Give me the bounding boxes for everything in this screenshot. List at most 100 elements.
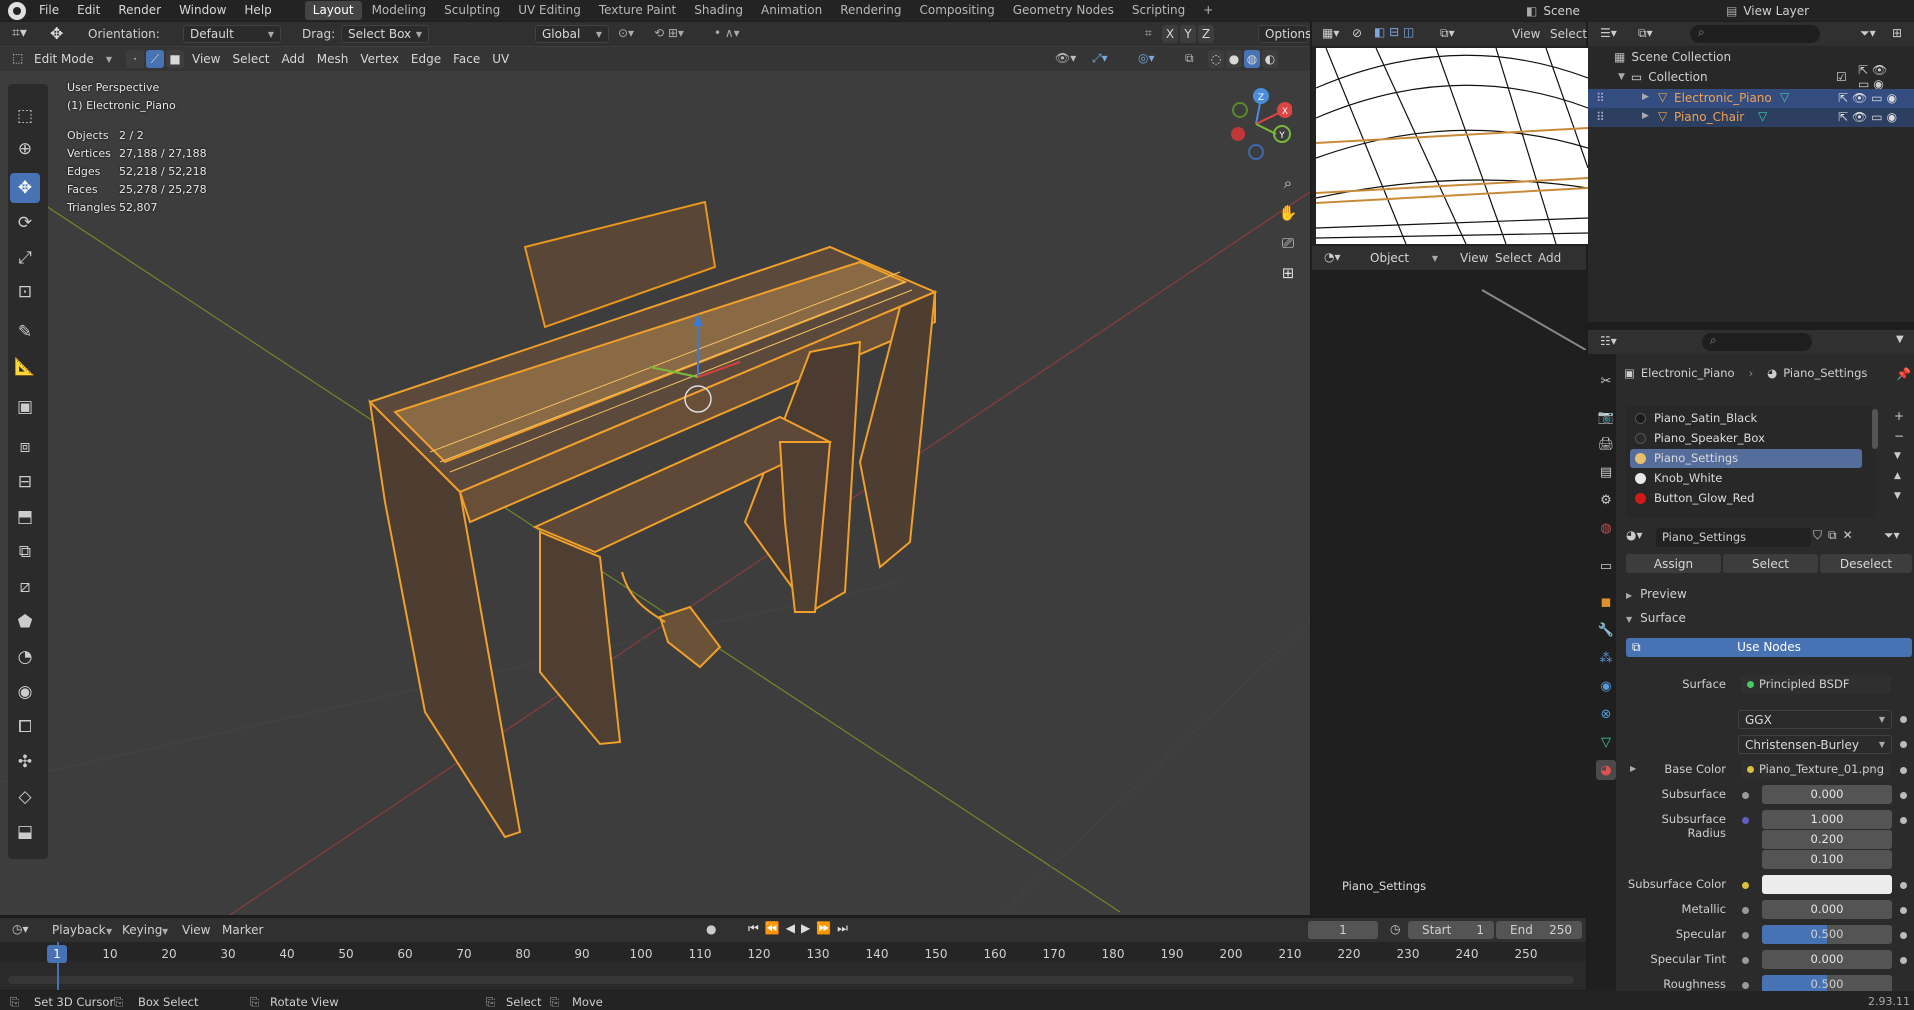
menu-face[interactable]: Face (447, 52, 486, 66)
new-collection-icon[interactable]: ⊞ (1892, 26, 1902, 40)
knife-tool-icon[interactable]: ⧄ (10, 572, 40, 602)
add-cube-tool-icon[interactable]: ▣ (10, 392, 40, 422)
rip-tool-icon[interactable]: ⬓ (10, 817, 40, 847)
edge-select-button[interactable]: ⟋ (146, 50, 164, 68)
orientation-dropdown[interactable]: Default ▼ (183, 25, 281, 43)
node-menu-view[interactable]: View (1460, 251, 1488, 265)
timeline-type-icon[interactable]: ◷▾ (12, 922, 29, 936)
view-layer-selector[interactable]: ▤ View Layer (1726, 0, 1809, 21)
render-tab-icon[interactable]: 📷 (1596, 407, 1616, 427)
wireframe-shading-icon[interactable]: ◌ (1208, 50, 1224, 68)
timeline-menu-view[interactable]: View (182, 923, 210, 937)
collection-row-icons[interactable]: ⇱👁▭◉ (1858, 63, 1914, 91)
axis-x-toggle[interactable]: X (1162, 25, 1178, 43)
world-tab-icon[interactable]: ◍ (1596, 518, 1616, 538)
menu-uv[interactable]: UV (486, 52, 515, 66)
properties-search-input[interactable]: ⌕ (1702, 333, 1812, 351)
start-frame-field[interactable]: Start 1 (1408, 921, 1494, 939)
object-tab-icon[interactable]: ◼ (1596, 592, 1616, 612)
tab-uv-editing[interactable]: UV Editing (510, 1, 589, 20)
subsurface-radius-y[interactable]: 0.200 (1762, 830, 1892, 849)
image-editor-menu-select[interactable]: Select (1550, 27, 1587, 41)
tab-compositing[interactable]: Compositing (911, 1, 1002, 20)
zoom-icon[interactable]: ⌕ (1278, 168, 1298, 198)
scale-tool-icon[interactable]: ⤢ (10, 243, 40, 273)
specular-tint-field[interactable]: 0.000 (1762, 950, 1892, 969)
tab-texture-paint[interactable]: Texture Paint (591, 1, 684, 20)
rotate-tool-icon[interactable]: ⟳ (10, 208, 40, 238)
annotate-tool-icon[interactable]: ✎ (10, 317, 40, 347)
bevel-tool-icon[interactable]: ⬒ (10, 502, 40, 532)
outliner-search-input[interactable]: ⌕ (1690, 25, 1820, 43)
material-slot-active[interactable]: Piano_Settings (1630, 449, 1862, 468)
move-tool-icon[interactable]: ✥ (10, 173, 40, 203)
loop-cut-tool-icon[interactable]: ⧉ (10, 537, 40, 567)
add-workspace-button[interactable]: + (1195, 1, 1221, 20)
menu-add[interactable]: Add (276, 52, 311, 66)
material-tab-icon[interactable]: ◕ (1596, 760, 1616, 780)
subsurface-method-dropdown[interactable]: Christensen-Burley ▼ (1738, 735, 1892, 754)
spin-tool-icon[interactable]: ◔ (10, 642, 40, 672)
assign-button[interactable]: Assign (1626, 554, 1721, 573)
menu-mesh[interactable]: Mesh (311, 52, 355, 66)
move-up-icon[interactable]: ▲ (1894, 466, 1904, 486)
rendered-shading-icon[interactable]: ◐ (1262, 50, 1278, 68)
display-mode-icon[interactable]: ⧉▾ (1638, 26, 1653, 41)
slot-specials-icon[interactable]: ▼ (1894, 446, 1904, 466)
specular-slider[interactable]: 0.500 (1762, 925, 1892, 944)
subsurface-color-swatch[interactable] (1762, 875, 1892, 894)
extrude-tool-icon[interactable]: ⧈ (10, 432, 40, 462)
menu-edit[interactable]: Edit (68, 0, 109, 21)
grid-view-icon[interactable]: ⊞ (1278, 258, 1298, 288)
select-box-tool-icon[interactable]: ⬚ (10, 101, 40, 131)
timeline-scrollbar[interactable] (8, 976, 1574, 984)
base-color-field[interactable]: Piano_Texture_01.png (1741, 760, 1891, 779)
material-filter-icon[interactable]: ⏷▾ (1884, 528, 1900, 543)
viewport-3d[interactable]: ⌗▾ ✥ Orientation: Default ▼ Drag: Select … (0, 22, 1310, 915)
move-down-icon[interactable]: ▼ (1894, 486, 1904, 506)
properties-options-icon[interactable]: ▼ (1896, 334, 1904, 345)
remove-slot-icon[interactable]: − (1894, 426, 1904, 446)
wireframe-toggle-icon[interactable]: ⊘ (1352, 26, 1362, 40)
filter-icon[interactable]: ⏷▾ (1860, 26, 1876, 41)
shear-tool-icon[interactable]: ◇ (10, 782, 40, 812)
pivot-icon[interactable]: ⊙▾ (618, 26, 634, 40)
collection-checkbox[interactable]: ☑ (1836, 70, 1847, 84)
timeline-menu-keying[interactable]: Keying (122, 923, 162, 937)
tool-tab-icon[interactable]: ✂ (1596, 371, 1616, 391)
menu-edge[interactable]: Edge (405, 52, 447, 66)
subsurface-radius-z[interactable]: 0.100 (1762, 850, 1892, 869)
add-slot-icon[interactable]: + (1894, 406, 1904, 426)
menu-render[interactable]: Render (109, 0, 170, 21)
material-slot[interactable]: Piano_Speaker_Box (1630, 429, 1862, 448)
tab-geometry-nodes[interactable]: Geometry Nodes (1005, 1, 1122, 20)
material-name-field[interactable]: Piano_Settings (1656, 528, 1811, 547)
blender-logo-icon[interactable] (8, 1, 26, 20)
subsurface-radius-x[interactable]: 1.000 (1762, 810, 1892, 829)
collection-tab-icon[interactable]: ▭ (1596, 556, 1616, 576)
solid-shading-icon[interactable]: ● (1226, 50, 1242, 68)
object-mode-dropdown[interactable]: Object ▼ (1364, 249, 1444, 267)
outliner-item-electronic-piano[interactable]: ⠿ ▶ ▽ Electronic_Piano ▽ ⇱👁▭◉ (1588, 89, 1914, 108)
face-select-button[interactable]: ■ (166, 50, 184, 68)
material-slot[interactable]: Piano_Satin_Black (1630, 409, 1862, 428)
scene-collection-row[interactable]: ▦ Scene Collection (1614, 50, 1731, 64)
outliner-type-icon[interactable]: ☰▾ (1600, 26, 1617, 40)
outliner-item-piano-chair[interactable]: ⠿ ▶ ▽ Piano_Chair ▽ ⇱👁▭◉ (1588, 108, 1914, 127)
scene-selector[interactable]: ◧ Scene (1526, 0, 1643, 21)
output-tab-icon[interactable]: 🖨 (1596, 434, 1616, 454)
view-layer-tab-icon[interactable]: ▤ (1596, 462, 1616, 482)
collection-row[interactable]: ▼ ▭ Collection ☑ ⇱👁▭◉ (1618, 63, 1914, 91)
expand-arrow-icon[interactable]: ▶ (1642, 111, 1649, 121)
editor-type-icon[interactable]: ▦▾ (1322, 26, 1339, 40)
record-icon[interactable]: ● (706, 922, 716, 936)
metallic-field[interactable]: 0.000 (1762, 900, 1892, 919)
menu-window[interactable]: Window (170, 0, 235, 21)
modifier-tab-icon[interactable]: 🔧 (1596, 620, 1616, 640)
gizmo-icon[interactable]: ⤢▾ (1092, 51, 1108, 66)
scene-tab-icon[interactable]: ⚙ (1596, 490, 1616, 510)
tab-animation[interactable]: Animation (753, 1, 830, 20)
particles-tab-icon[interactable]: ⁂ (1596, 648, 1616, 668)
material-shading-icon[interactable]: ◍ (1244, 50, 1260, 68)
transform-tool-icon[interactable]: ⊡ (10, 277, 40, 307)
